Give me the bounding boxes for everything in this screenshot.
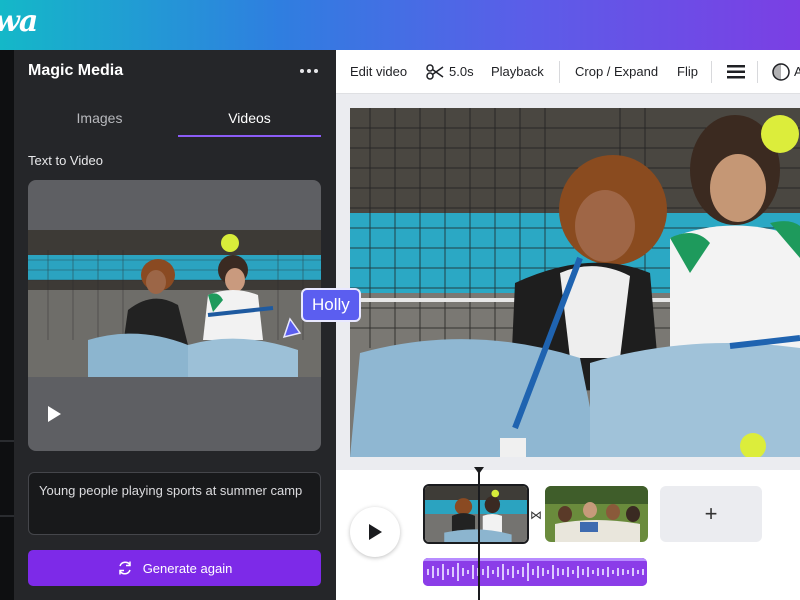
app-window: wa Magic Media Images Videos Text to Vid… [0, 0, 800, 600]
generate-button-label: Generate again [142, 560, 233, 576]
transparency-icon[interactable] [771, 62, 791, 82]
toolbar-divider [559, 61, 560, 83]
rail-divider [0, 515, 14, 517]
transition-icon[interactable]: ⋈ [530, 508, 542, 522]
sync-icon [118, 561, 131, 575]
duration-button[interactable]: 5.0s [449, 64, 474, 79]
edit-video-button[interactable]: Edit video [350, 64, 407, 79]
generated-video-card[interactable] [28, 180, 321, 451]
rail-divider [0, 440, 14, 442]
play-icon [369, 524, 382, 540]
toolbar-overflow-item[interactable]: A [794, 64, 800, 79]
left-rail [0, 50, 14, 600]
collaborator-cursor-icon [282, 317, 302, 339]
crop-expand-button[interactable]: Crop / Expand [575, 64, 658, 79]
timeline-playhead[interactable] [478, 470, 480, 600]
scissors-icon[interactable] [426, 63, 444, 81]
canvas-video-frame[interactable] [350, 108, 800, 457]
audio-track[interactable] [423, 558, 647, 586]
tab-images[interactable]: Images [28, 107, 171, 137]
play-icon[interactable] [46, 405, 62, 423]
tab-videos[interactable]: Videos [178, 107, 321, 137]
flip-button[interactable]: Flip [677, 64, 698, 79]
more-options-button[interactable] [298, 64, 320, 78]
timeline-panel: ⋈ + [336, 467, 800, 600]
top-header-bar: wa [0, 0, 800, 50]
more-icon [300, 69, 304, 73]
timeline-clip-2[interactable] [545, 486, 648, 542]
toolbar-divider [757, 61, 758, 83]
more-icon-dot [307, 69, 311, 73]
toolbar-divider [711, 61, 712, 83]
editor-area: Edit video 5.0s Playback Crop / Expand F… [336, 50, 800, 600]
add-icon: + [704, 501, 718, 526]
editor-toolbar: Edit video 5.0s Playback Crop / Expand F… [336, 50, 800, 94]
timeline-play-button[interactable] [350, 507, 400, 557]
collaborator-name-tag: Holly [301, 288, 361, 322]
media-tabs: Images Videos [28, 107, 322, 137]
prompt-input[interactable]: Young people playing sports at summer ca… [28, 472, 321, 535]
generate-again-button[interactable]: Generate again [28, 550, 321, 586]
add-clip-button[interactable]: + [660, 486, 762, 542]
generated-video-thumbnail [28, 230, 321, 377]
playback-button[interactable]: Playback [491, 64, 544, 79]
more-icon-dot [314, 69, 318, 73]
timeline-clip-1[interactable] [423, 484, 529, 544]
panel-title: Magic Media [28, 62, 124, 79]
playhead-handle-icon[interactable] [474, 467, 484, 475]
section-heading: Text to Video [28, 153, 103, 168]
canva-logo[interactable]: wa [0, 4, 38, 39]
menu-lines-icon[interactable] [727, 64, 745, 80]
